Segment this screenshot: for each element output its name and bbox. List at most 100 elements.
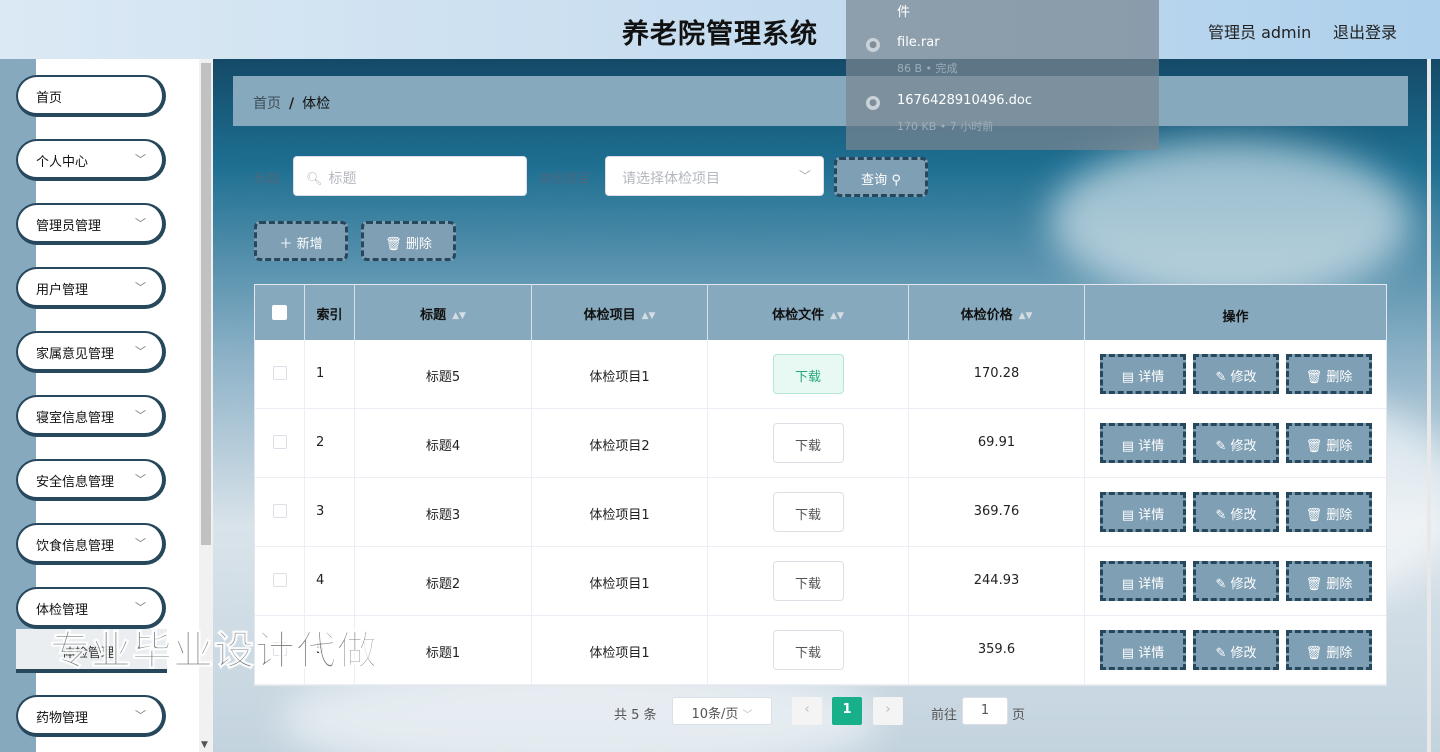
sidebar-item-personal-center[interactable]: 个人中心 ﹀ (16, 139, 166, 181)
prev-page-button[interactable]: ‹ (792, 697, 822, 725)
detail-button[interactable]: ▤ 详情 (1100, 492, 1186, 532)
sidebar-item-home[interactable]: 首页 (16, 75, 166, 117)
detail-button[interactable]: ▤ 详情 (1100, 561, 1186, 601)
detail-button[interactable]: ▤ 详情 (1100, 354, 1186, 394)
download-button[interactable]: 下载 (772, 492, 844, 532)
pencil-icon: ✎ (1215, 646, 1227, 661)
page-size-select[interactable]: 10条/页 ﹀ (672, 697, 772, 725)
edit-button[interactable]: ✎ 修改 (1193, 630, 1279, 670)
cell-index: 3 (305, 478, 355, 547)
row-checkbox[interactable] (272, 435, 287, 449)
page-number-button[interactable]: 1 (832, 697, 862, 725)
edit-button[interactable]: ✎ 修改 (1193, 561, 1279, 601)
batch-delete-button[interactable]: 🗑︎ 删除 (361, 221, 456, 261)
row-checkbox-cell (255, 547, 305, 616)
trash-icon: 🗑︎ (385, 237, 402, 252)
cell-file: 下载 (708, 340, 909, 409)
download-button[interactable]: 下载 (772, 423, 844, 463)
row-checkbox[interactable] (272, 573, 287, 587)
detail-button[interactable]: ▤ 详情 (1100, 630, 1186, 670)
edit-label: 修改 (1230, 646, 1257, 661)
header-price[interactable]: 体检价格 ▲▼ (909, 285, 1085, 340)
breadcrumb-home[interactable]: 首页 (253, 96, 281, 112)
cell-project: 体检项目1 (532, 547, 708, 616)
add-button[interactable]: ＋ 新增 (254, 221, 348, 261)
cell-title: 标题1 (355, 616, 532, 685)
main-scrollbar[interactable] (1427, 59, 1431, 752)
document-icon: ▤ (1121, 439, 1135, 454)
row-delete-button[interactable]: 🗑︎ 删除 (1286, 561, 1372, 601)
edit-button[interactable]: ✎ 修改 (1193, 354, 1279, 394)
project-select-placeholder: 请选择体检项目 (622, 171, 720, 187)
sidebar-item-medicine-management[interactable]: 药物管理 ﹀ (16, 695, 166, 737)
sidebar-item-dorm-info[interactable]: 寝室信息管理 ﹀ (16, 395, 166, 437)
row-checkbox[interactable] (272, 504, 287, 518)
user-label: 管理员 admin (1208, 23, 1312, 42)
header-file[interactable]: 体检文件 ▲▼ (708, 285, 909, 340)
download-button[interactable]: 下载 (772, 561, 844, 601)
select-all-checkbox[interactable] (272, 305, 287, 320)
project-select[interactable]: 请选择体检项目 ﹀ (605, 156, 824, 196)
logout-link[interactable]: 退出登录 (1333, 19, 1397, 43)
plus-icon: ＋ (279, 237, 293, 252)
cell-price: 69.91 (909, 409, 1085, 478)
download-popup: 件 ● file.rar 86 B • 完成 ● 1676428910496.d… (846, 0, 1159, 150)
title-search-input[interactable]: 🔍︎ 标题 (293, 156, 527, 196)
sort-icon[interactable]: ▲▼ (452, 311, 466, 321)
row-delete-button[interactable]: 🗑︎ 删除 (1286, 423, 1372, 463)
sort-icon[interactable]: ▲▼ (642, 311, 656, 321)
scrollbar-thumb[interactable] (201, 63, 211, 545)
sidebar-item-label: 安全信息管理 (36, 475, 115, 490)
table-row: 1 标题5 体检项目1 下载 170.28 ▤ 详情 ✎ 修改 🗑︎ 删除 (255, 340, 1386, 409)
table-row: 2 标题4 体检项目2 下载 69.91 ▤ 详情 ✎ 修改 🗑︎ 删除 (255, 409, 1386, 478)
row-delete-button[interactable]: 🗑︎ 删除 (1286, 354, 1372, 394)
detail-label: 详情 (1138, 370, 1165, 385)
chevron-down-icon: ﹀ (135, 281, 146, 294)
sidebar-item-admin-management[interactable]: 管理员管理 ﹀ (16, 203, 166, 245)
header-title[interactable]: 标题 ▲▼ (355, 285, 532, 340)
goto-prefix: 前往 (931, 708, 958, 723)
cell-file: 下载 (708, 547, 909, 616)
add-button-label: 新增 (296, 237, 323, 252)
sort-icon[interactable]: ▲▼ (830, 311, 844, 321)
download-file-name[interactable]: 1676428910496.doc (897, 93, 1032, 108)
next-page-button[interactable]: › (873, 697, 903, 725)
row-checkbox[interactable] (272, 366, 287, 380)
detail-label: 详情 (1138, 508, 1165, 523)
scroll-down-arrow-icon[interactable]: ▼ (201, 740, 208, 750)
detail-button[interactable]: ▤ 详情 (1100, 423, 1186, 463)
cell-price: 359.6 (909, 616, 1085, 685)
detail-label: 详情 (1138, 577, 1165, 592)
document-icon: ▤ (1121, 646, 1135, 661)
row-delete-button[interactable]: 🗑︎ 删除 (1286, 630, 1372, 670)
goto-suffix: 页 (1012, 708, 1026, 723)
top-header: 养老院管理系统 管理员 admin 退出登录 (0, 0, 1440, 59)
sidebar-item-safety-info[interactable]: 安全信息管理 ﹀ (16, 459, 166, 501)
cell-price: 170.28 (909, 340, 1085, 409)
header-project[interactable]: 体检项目 ▲▼ (532, 285, 708, 340)
download-button[interactable]: 下载 (772, 630, 844, 670)
query-button[interactable]: 查询 ⚲ (834, 157, 928, 197)
edit-button[interactable]: ✎ 修改 (1193, 492, 1279, 532)
chevron-up-icon: ﹀ (135, 601, 146, 614)
download-button[interactable]: 下载 (772, 354, 844, 394)
sidebar-item-diet-info[interactable]: 饮食信息管理 ﹀ (16, 523, 166, 565)
download-file-name[interactable]: file.rar (897, 35, 940, 50)
pencil-icon: ✎ (1215, 577, 1227, 592)
row-delete-button[interactable]: 🗑︎ 删除 (1286, 492, 1372, 532)
row-checkbox-cell (255, 478, 305, 547)
cell-ops: ▤ 详情 ✎ 修改 🗑︎ 删除 (1085, 547, 1386, 616)
cell-ops: ▤ 详情 ✎ 修改 🗑︎ 删除 (1085, 340, 1386, 409)
watermark-text: 专业毕业设计代做 (50, 628, 378, 675)
cell-project: 体检项目1 (532, 616, 708, 685)
sidebar-item-family-feedback[interactable]: 家属意见管理 ﹀ (16, 331, 166, 373)
trash-icon: 🗑︎ (1305, 439, 1323, 454)
goto-page-input[interactable]: 1 (962, 697, 1008, 725)
sort-icon[interactable]: ▲▼ (1019, 311, 1033, 321)
chevron-down-icon: ﹀ (135, 217, 146, 230)
sidebar-item-user-management[interactable]: 用户管理 ﹀ (16, 267, 166, 309)
edit-button[interactable]: ✎ 修改 (1193, 423, 1279, 463)
row-checkbox-cell (255, 409, 305, 478)
delete-label: 删除 (1326, 370, 1353, 385)
header-title-label: 标题 (420, 308, 447, 323)
